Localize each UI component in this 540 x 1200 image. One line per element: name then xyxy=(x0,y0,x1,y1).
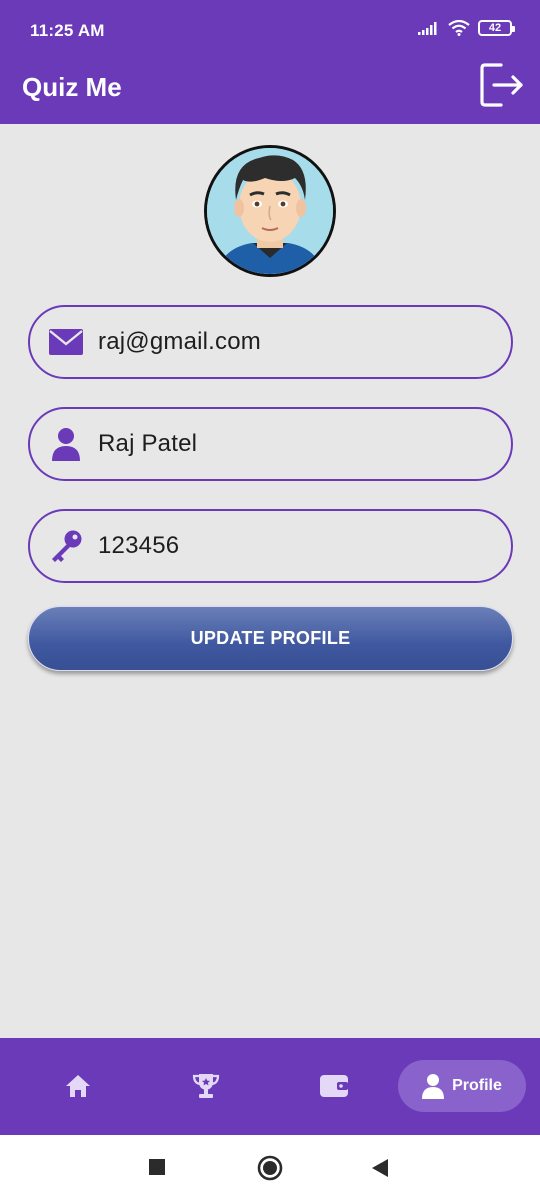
wifi-icon xyxy=(448,20,470,36)
email-field[interactable]: raj@gmail.com xyxy=(28,305,513,379)
system-nav-bar xyxy=(0,1135,540,1200)
nav-home[interactable] xyxy=(48,1060,108,1112)
back-triangle-icon xyxy=(372,1159,388,1177)
logout-button[interactable] xyxy=(476,60,526,110)
app-title: Quiz Me xyxy=(22,72,122,102)
battery-icon: 42 xyxy=(478,20,515,36)
key-icon xyxy=(48,528,84,564)
update-profile-button[interactable]: UPDATE PROFILE xyxy=(28,606,513,671)
nav-leaderboard[interactable] xyxy=(176,1060,236,1112)
user-avatar[interactable] xyxy=(204,145,336,277)
status-time: 11:25 AM xyxy=(30,21,105,40)
circle-icon xyxy=(257,1155,283,1181)
home-icon xyxy=(66,1075,90,1097)
logout-icon xyxy=(480,63,523,107)
battery-level: 42 xyxy=(488,21,502,34)
status-bar: 11:25 AM 42 xyxy=(0,0,540,60)
nav-profile[interactable]: Profile xyxy=(398,1060,526,1112)
app-bar: Quiz Me xyxy=(0,60,540,124)
recents-button[interactable] xyxy=(149,1159,165,1180)
email-value: raj@gmail.com xyxy=(98,328,261,355)
bottom-nav: Profile xyxy=(0,1038,540,1135)
name-value: Raj Patel xyxy=(98,430,198,457)
square-icon xyxy=(149,1159,165,1175)
status-icons: 42 xyxy=(418,20,515,36)
wallet-icon xyxy=(320,1075,348,1097)
signal-icon xyxy=(418,22,437,35)
envelope-icon xyxy=(48,324,84,360)
person-icon xyxy=(48,426,84,462)
avatar-illustration xyxy=(207,148,333,274)
password-field[interactable]: 123456 xyxy=(28,509,513,583)
nav-wallet[interactable] xyxy=(304,1060,364,1112)
trophy-icon xyxy=(192,1074,220,1098)
password-value: 123456 xyxy=(98,532,180,559)
nav-profile-label: Profile xyxy=(452,1077,502,1094)
person-icon xyxy=(422,1074,445,1099)
back-button[interactable] xyxy=(372,1159,388,1182)
home-button[interactable] xyxy=(257,1155,283,1186)
name-field[interactable]: Raj Patel xyxy=(28,407,513,481)
